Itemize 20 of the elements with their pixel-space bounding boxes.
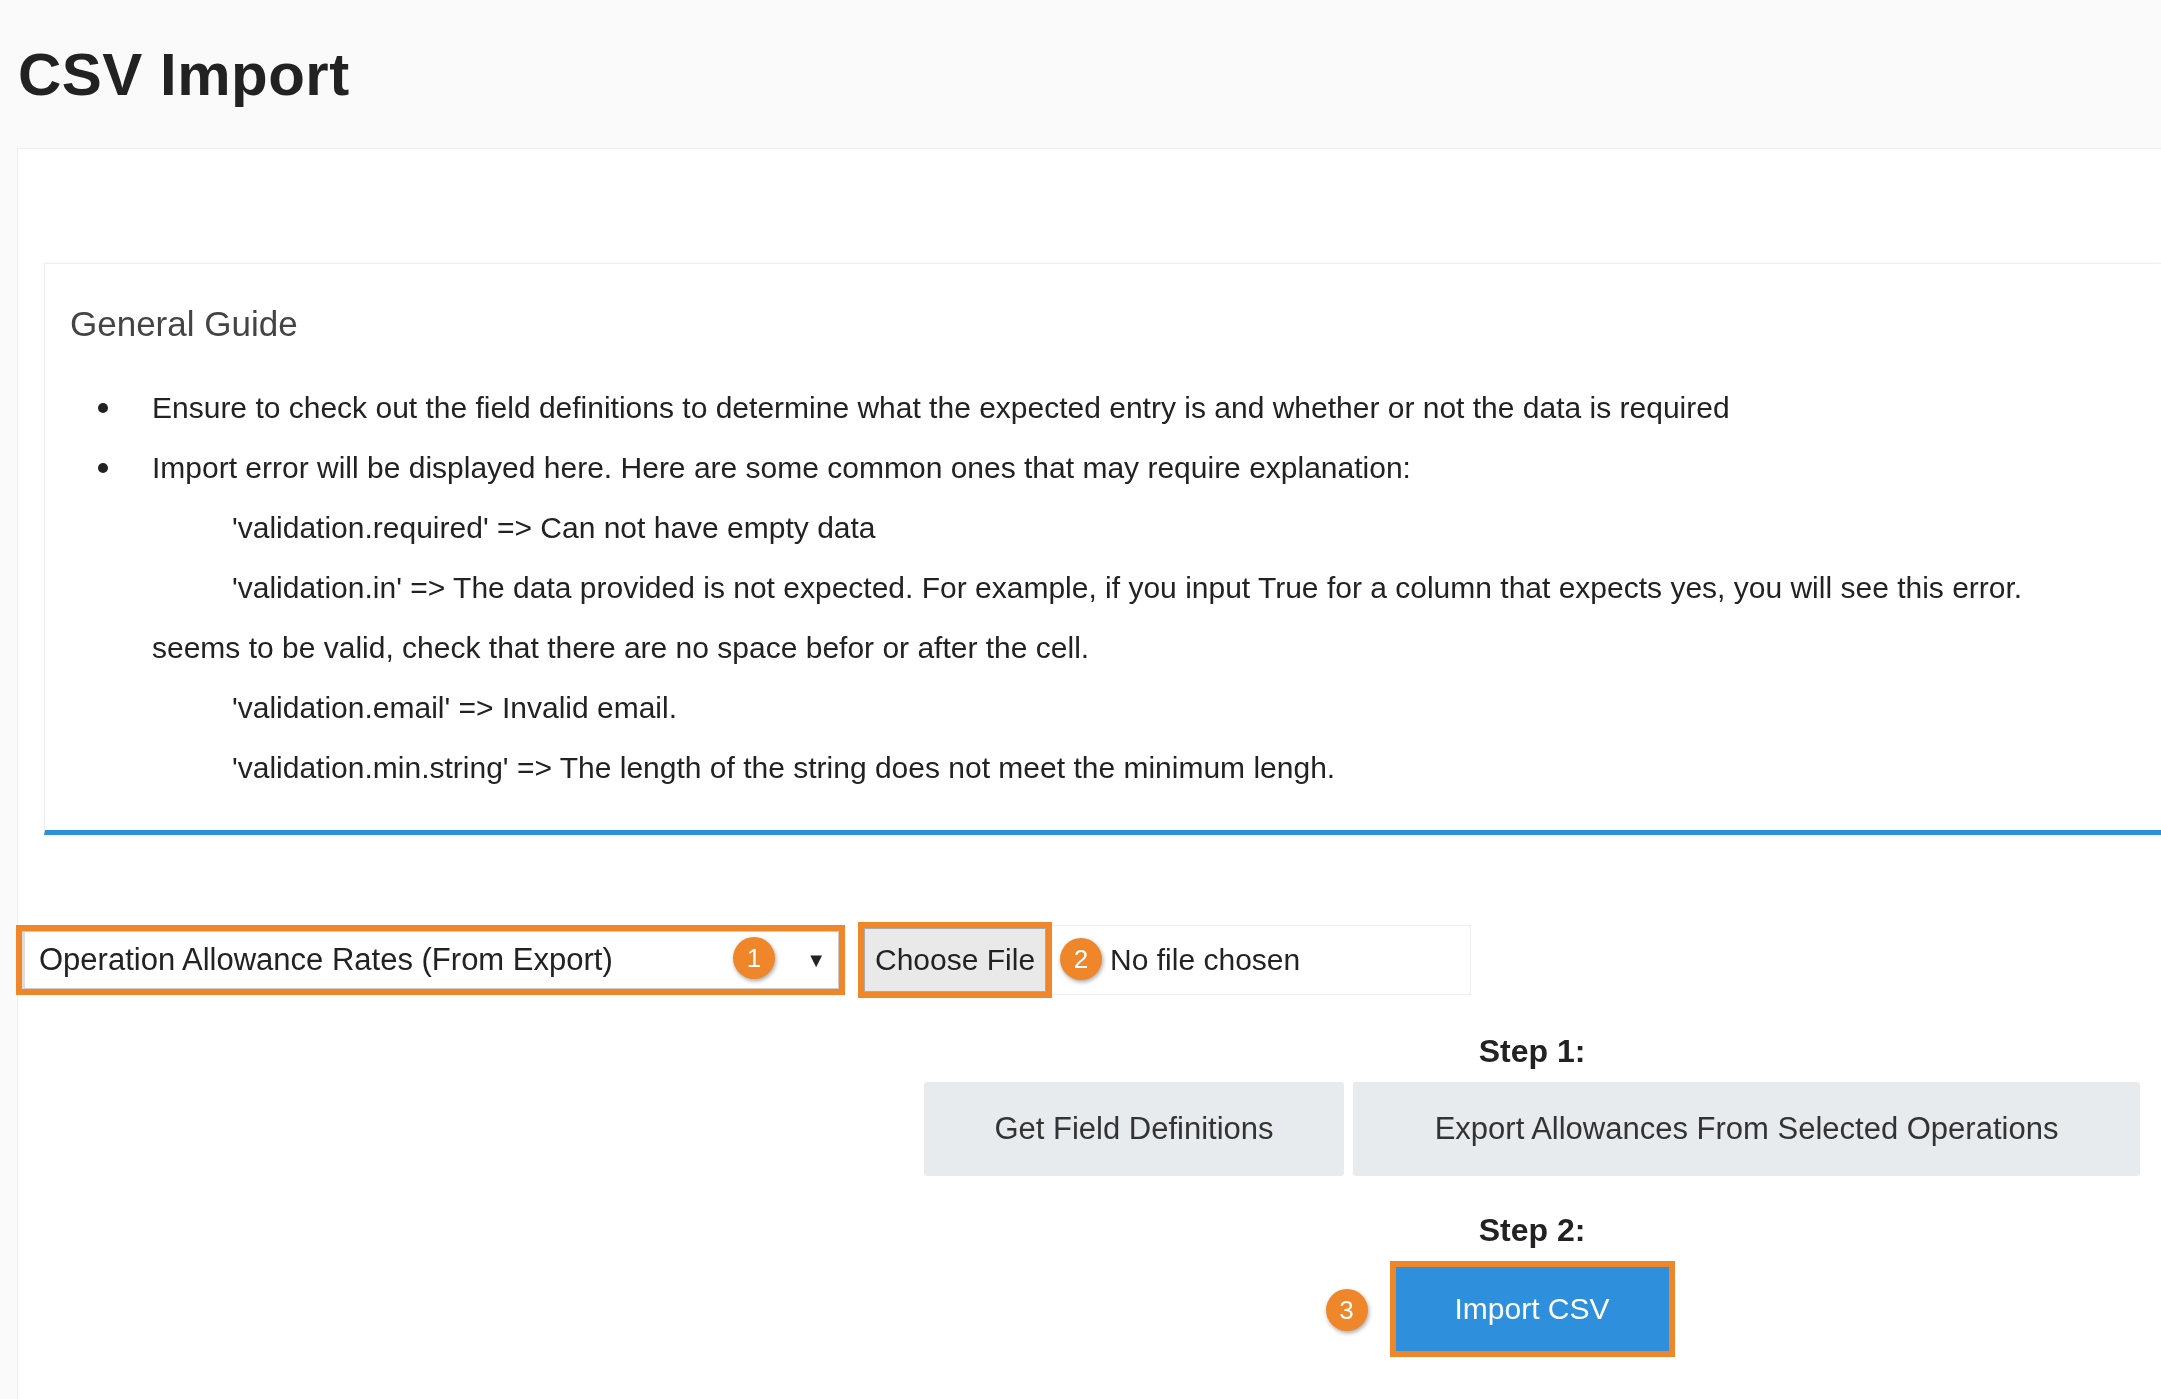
bullet-icon — [98, 463, 108, 473]
step-marker: 2 — [1060, 938, 1103, 980]
guide-text: 'validation.required' => Can not have empty data — [232, 510, 876, 546]
guide-text: Ensure to check out the field definitions to determine what the expected entry is and whether or not the data is required — [152, 390, 1730, 426]
guide-text: 'validation.in' => The data provided is not expected. For example, if you input True for a column that expects yes, you will see this error. — [232, 570, 2023, 606]
step-button[interactable]: Get Field Definitions — [924, 1082, 1345, 1176]
guide-text: Import error will be displayed here. Here are some common ones that may require explanation: — [152, 450, 1411, 486]
guide-text: seems to be valid, check that there are no space befor or after the cell. — [152, 630, 1090, 666]
file-status: No file chosen — [1110, 943, 1301, 977]
step-marker: 3 — [1325, 1289, 1368, 1331]
caret-icon: ▼ — [806, 948, 826, 972]
step-button[interactable]: Export Allowances From Selected Operations — [1353, 1082, 2140, 1176]
page-title: CSV Import — [18, 39, 350, 109]
guide-text: 'validation.min.string' => The length of the string does not meet the minimum lengh. — [232, 750, 1336, 786]
guide-text: 'validation.email' => Invalid email. — [232, 690, 678, 726]
step-label: Step 2: — [1478, 1212, 1586, 1249]
bullet-icon — [98, 403, 108, 413]
choose-file-button[interactable]: Choose File — [864, 928, 1047, 992]
step-label: Step 1: — [1478, 1033, 1586, 1070]
guide-title: General Guide — [70, 304, 299, 344]
